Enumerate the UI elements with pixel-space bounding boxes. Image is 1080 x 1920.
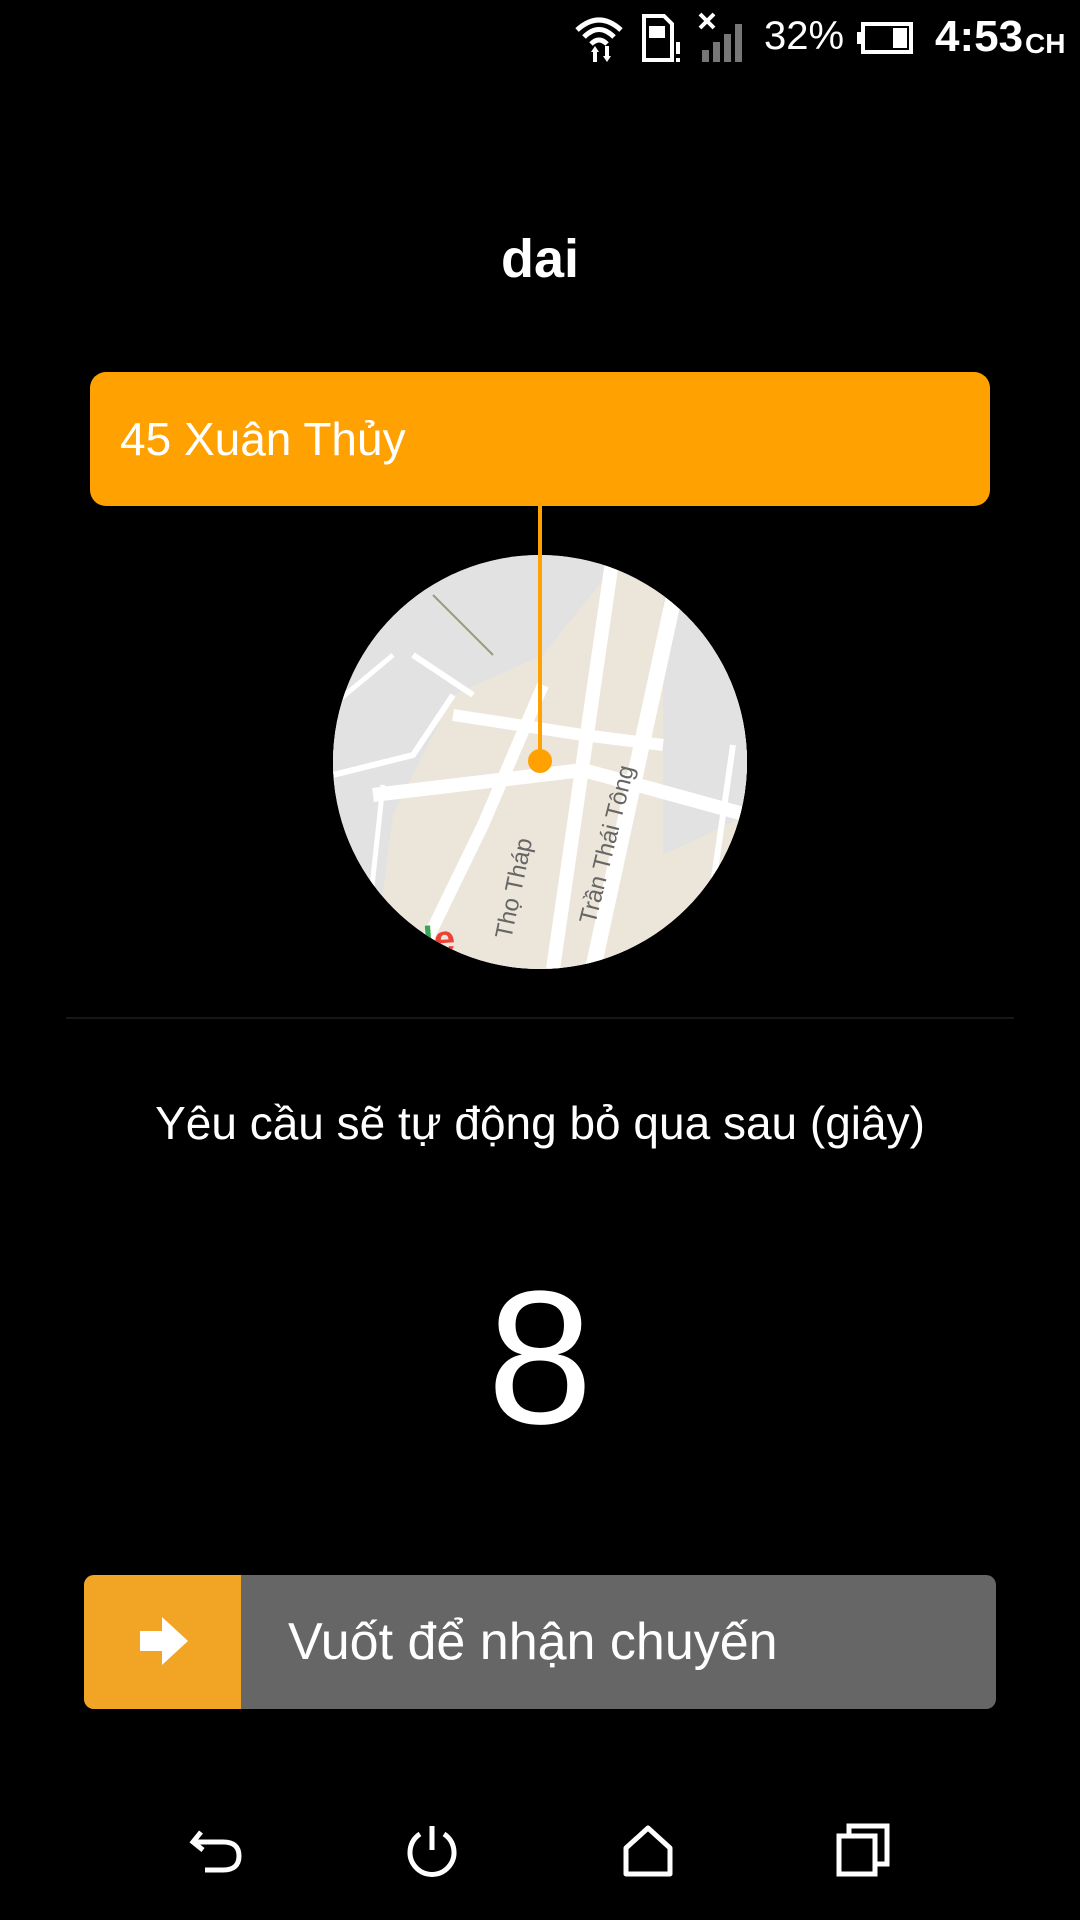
back-button[interactable] bbox=[172, 1805, 262, 1895]
pickup-address-card: 45 Xuân Thủy bbox=[90, 372, 990, 506]
arrow-right-icon bbox=[140, 1617, 188, 1665]
home-button[interactable] bbox=[603, 1805, 693, 1895]
countdown-seconds: 8 bbox=[487, 1252, 593, 1464]
status-bar: 32% 4:53 CH bbox=[0, 0, 1080, 80]
swipe-to-accept-slider[interactable]: Vuốt để nhận chuyến bbox=[84, 1575, 996, 1709]
customer-name-title: dai bbox=[500, 229, 580, 289]
section-divider bbox=[66, 1017, 1014, 1019]
power-icon bbox=[407, 1826, 457, 1877]
wifi-data-icon bbox=[575, 17, 623, 62]
swipe-label: Vuốt để nhận chuyến bbox=[288, 1613, 778, 1671]
pickup-address: 45 Xuân Thủy bbox=[120, 413, 406, 465]
recents-icon bbox=[836, 1823, 890, 1877]
map-pin-line bbox=[538, 506, 542, 762]
clock-ampm: CH bbox=[1025, 28, 1066, 59]
auto-skip-label: Yêu cầu sẽ tự động bỏ qua sau (giây) bbox=[155, 1097, 925, 1149]
clock: 4:53 bbox=[935, 12, 1024, 61]
battery-icon bbox=[857, 22, 913, 54]
map-pin-dot bbox=[528, 749, 552, 773]
google-logo: gle bbox=[399, 918, 457, 964]
power-button[interactable] bbox=[387, 1805, 477, 1895]
swipe-handle[interactable] bbox=[84, 1575, 241, 1709]
battery-percent: 32% bbox=[764, 14, 845, 58]
home-icon bbox=[623, 1825, 673, 1877]
back-icon bbox=[189, 1830, 242, 1873]
sim-alert-icon bbox=[642, 14, 680, 62]
recents-button[interactable] bbox=[818, 1805, 908, 1895]
signal-off-icon bbox=[698, 12, 742, 62]
navigation-bar bbox=[0, 1805, 1080, 1895]
